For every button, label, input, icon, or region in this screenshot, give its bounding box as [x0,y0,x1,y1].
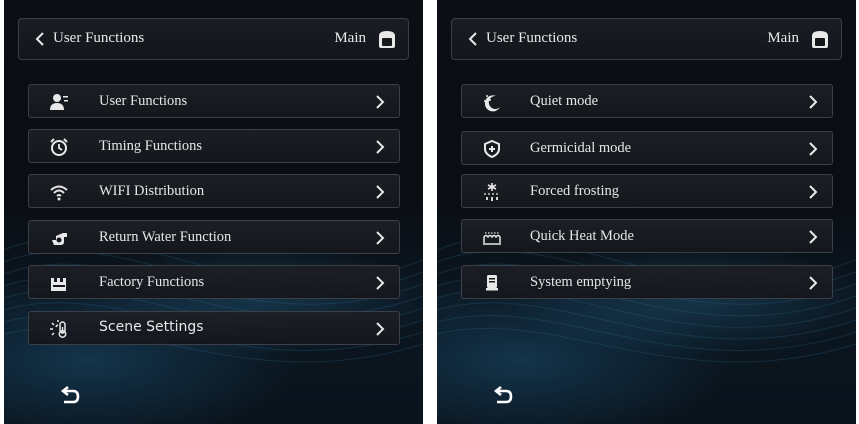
tank-drain-icon [486,275,498,291]
menu-item-return-water-function[interactable]: Return Water Function [28,220,400,254]
menu-item-label: Quiet mode [530,93,599,109]
back-chevron-icon[interactable] [466,31,480,47]
menu-item-quiet-mode[interactable]: Quiet mode [461,84,833,118]
chevron-right-icon [809,230,818,244]
menu-item-system-emptying[interactable]: System emptying [461,265,833,299]
shield-plus-icon [484,139,500,159]
return-icon[interactable] [59,385,81,407]
menu-item-quick-heat-mode[interactable]: Quick Heat Mode [461,219,833,253]
menu-item-factory-functions[interactable]: Factory Functions [28,265,400,299]
menu-item-label: System emptying [530,274,632,290]
main-label[interactable]: Main [334,30,366,47]
chevron-right-icon [376,322,385,336]
menu-item-label: Factory Functions [99,274,205,290]
menu-item-scene-settings[interactable]: Scene Settings [28,311,400,345]
chevron-right-icon [376,276,385,290]
chevron-right-icon [809,95,818,109]
menu-item-germicidal-mode[interactable]: Germicidal mode [461,131,833,165]
menu-item-label: Scene Settings [99,319,204,335]
chevron-right-icon [376,140,385,154]
chevron-right-icon [376,185,385,199]
menu-item-label: Germicidal mode [530,140,632,156]
thermometer-sun-icon [50,320,67,338]
moon-stars-icon [484,95,500,112]
user-list-icon [50,94,68,110]
chevron-right-icon [809,185,818,199]
menu-item-timing-functions[interactable]: Timing Functions [28,129,400,163]
menu-item-label: Forced frosting [530,183,619,199]
alarm-clock-icon [50,138,68,156]
background-wave [4,237,423,363]
menu-item-forced-frosting[interactable]: Forced frosting [461,174,833,208]
snowflake-drop-icon [484,183,500,201]
chevron-right-icon [809,276,818,290]
header-bar: User Functions Main [451,18,842,60]
heating-coil-icon [483,232,501,245]
chevron-right-icon [809,142,818,156]
header-bar: User Functions Main [18,18,409,60]
factory-icon [51,278,66,291]
menu-item-user-functions[interactable]: User Functions [28,84,400,118]
menu-item-label: WIFI Distribution [99,183,205,199]
background-wave [437,237,856,363]
chevron-right-icon [376,95,385,109]
menu-item-label: User Functions [99,93,188,109]
menu-item-label: Timing Functions [99,138,203,154]
header-title: User Functions [486,30,578,46]
return-icon[interactable] [492,385,514,407]
header-title: User Functions [53,30,145,46]
back-chevron-icon[interactable] [33,31,47,47]
home-icon[interactable] [809,28,831,50]
home-icon[interactable] [376,28,398,50]
menu-item-label: Quick Heat Mode [530,228,634,244]
main-label[interactable]: Main [767,30,799,47]
wifi-icon [50,185,68,201]
water-pump-icon [52,233,67,245]
chevron-right-icon [376,231,385,245]
left-screen: User Functions Main User Functions Timin… [4,0,423,424]
menu-item-label: Return Water Function [99,229,232,245]
menu-item-wifi-distribution[interactable]: WIFI Distribution [28,174,400,208]
right-screen: User Functions Main Quiet mode Germicida… [437,0,856,424]
